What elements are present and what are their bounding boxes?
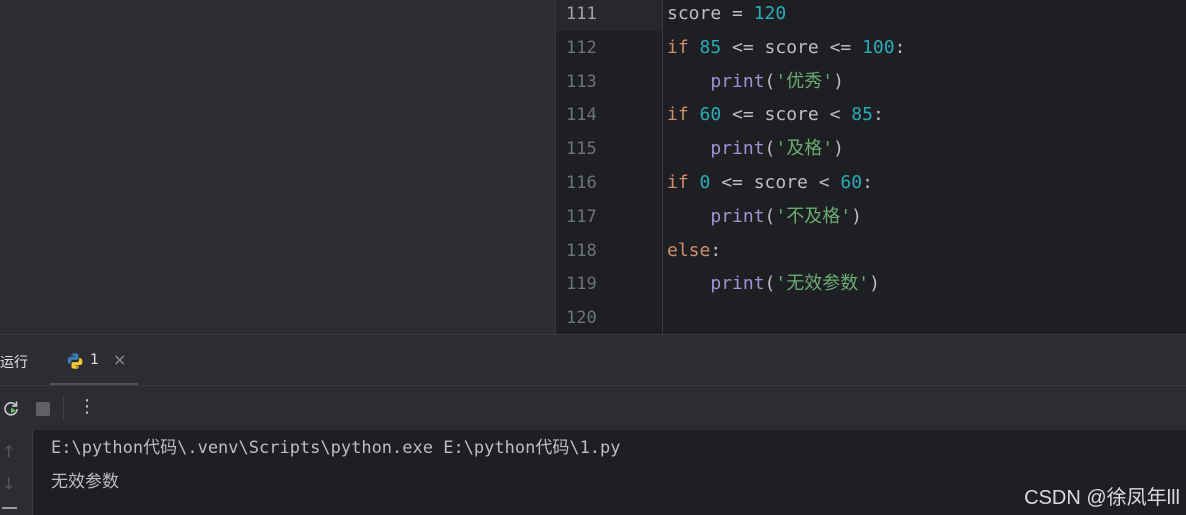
line-number: 118: [566, 240, 597, 261]
console-side-toolbar: ↑ ↓: [0, 430, 33, 515]
code-line[interactable]: print('优秀'): [667, 71, 844, 93]
code-token: score =: [667, 3, 754, 24]
code-token: (: [764, 70, 776, 92]
line-number: 119: [566, 274, 597, 295]
rerun-icon[interactable]: [2, 399, 20, 417]
code-token: 60: [840, 172, 863, 193]
project-panel: [0, 0, 555, 334]
toolbar-separator: [63, 397, 64, 419]
code-line[interactable]: if 0 <= score < 60:: [667, 172, 873, 194]
console-output-line: 无效参数: [51, 472, 119, 492]
code-token: '及格': [775, 138, 834, 160]
code-token: print: [710, 138, 765, 160]
code-token: <= score <: [710, 172, 841, 193]
run-tool-title: 运行: [0, 355, 28, 371]
code-token: print: [710, 70, 765, 92]
code-token: (: [764, 205, 776, 227]
line-number: 115: [566, 139, 597, 160]
watermark: CSDN @徐凤年lll: [1024, 487, 1180, 509]
line-number: 117: [566, 206, 597, 227]
code-line[interactable]: else:: [667, 240, 721, 262]
more-icon[interactable]: ⋮: [78, 396, 96, 417]
line-number: 120: [566, 308, 597, 329]
code-token: ): [869, 273, 880, 295]
code-token: print: [710, 205, 765, 227]
code-token: if: [667, 36, 700, 58]
stop-icon[interactable]: [36, 402, 50, 416]
code-token: if: [667, 172, 700, 193]
code-token: (: [764, 273, 776, 295]
arrow-down-icon[interactable]: ↓: [2, 474, 15, 493]
line-number: 114: [566, 105, 597, 126]
ide-window: 111 score = 120 112 if 85 <= score <= 100: 1…: [0, 0, 1186, 515]
code-token: '优秀': [775, 70, 834, 92]
run-tool-window-header: 运行 1 ×: [0, 334, 1186, 386]
code-token: :: [862, 172, 873, 193]
code-token: '无效参数': [775, 273, 870, 295]
code-token: (: [764, 138, 776, 160]
code-token: ): [833, 70, 844, 92]
line-number: 112: [566, 37, 597, 58]
code-token: <= score <: [721, 104, 852, 126]
code-token: :: [872, 104, 884, 126]
code-token: '不及格': [775, 205, 852, 227]
run-tab-1[interactable]: 1 ×: [50, 335, 138, 386]
code-token: ): [851, 205, 862, 227]
code-token: else: [667, 239, 711, 261]
code-line[interactable]: score = 120: [667, 3, 786, 25]
line-number: 116: [566, 173, 597, 193]
code-token: :: [894, 36, 906, 58]
code-token: 0: [699, 172, 711, 193]
code-token: 85: [699, 36, 722, 58]
line-number: 113: [566, 71, 597, 92]
line-number: 111: [566, 4, 597, 24]
python-icon: [67, 353, 83, 369]
code-line[interactable]: print('及格'): [667, 138, 844, 160]
arrow-up-icon[interactable]: ↑: [2, 442, 15, 461]
code-line[interactable]: if 60 <= score < 85:: [667, 104, 884, 126]
code-line[interactable]: print('不及格'): [667, 206, 862, 228]
console-command-line: E:\python代码\.venv\Scripts\python.exe E:\…: [51, 438, 621, 458]
run-tab-label: 1: [90, 352, 99, 368]
code-token: 85: [851, 104, 873, 126]
code-token: 120: [753, 3, 787, 24]
code-token: :: [710, 239, 722, 261]
code-token: 60: [699, 104, 722, 126]
code-token: print: [710, 273, 765, 295]
code-token: ): [833, 138, 844, 160]
run-toolbar: ⋮: [0, 385, 1186, 430]
code-line[interactable]: print('无效参数'): [667, 273, 880, 295]
code-token: <= score <=: [721, 36, 863, 58]
close-icon[interactable]: ×: [113, 350, 126, 369]
code-token: 100: [862, 36, 895, 58]
code-line[interactable]: if 85 <= score <= 100:: [667, 37, 905, 59]
soft-wrap-icon[interactable]: [2, 507, 17, 509]
code-token: if: [667, 104, 700, 126]
